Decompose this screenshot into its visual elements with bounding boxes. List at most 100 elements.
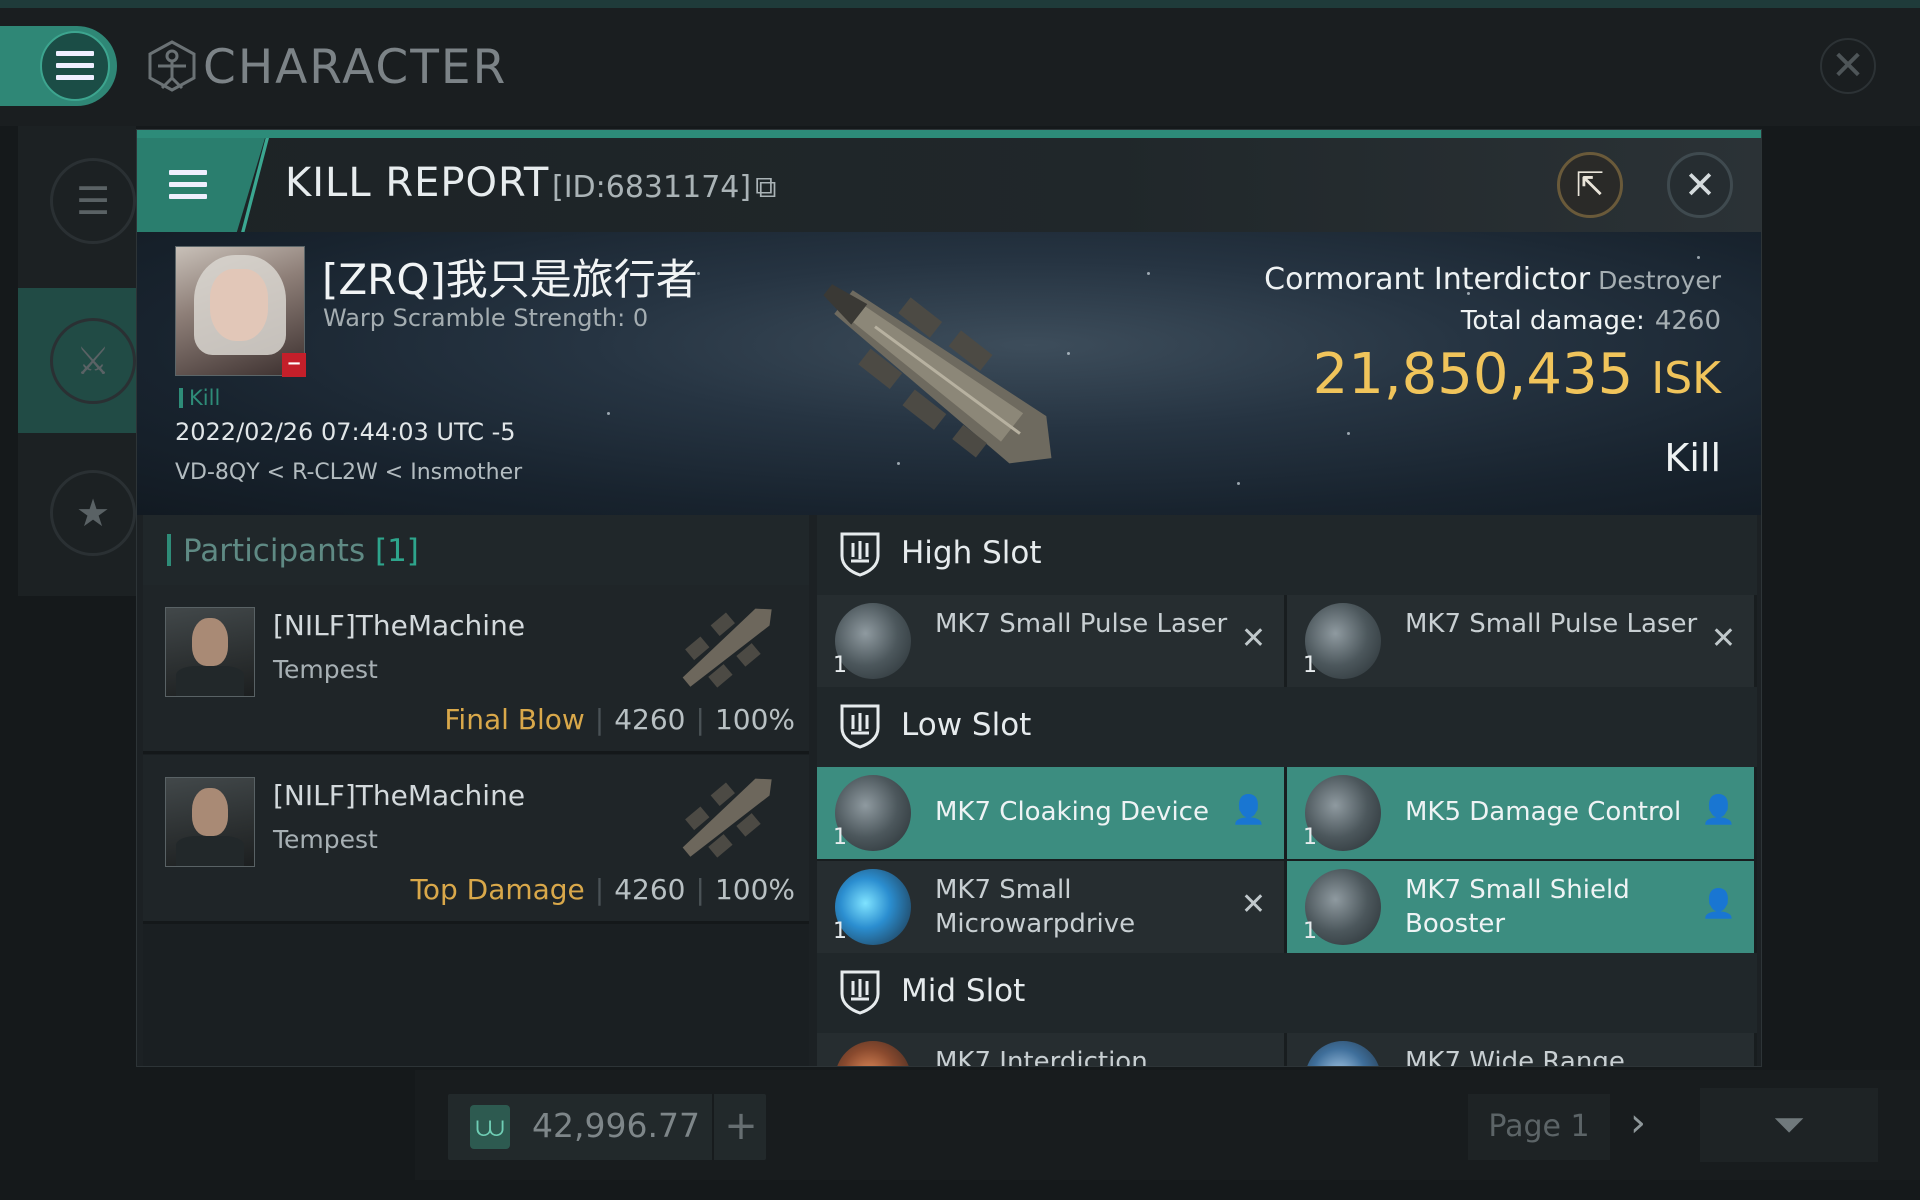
- wallet-amount: 42,996.77: [532, 1106, 700, 1145]
- module-name: MK7 Small Pulse Laser: [935, 609, 1228, 639]
- mid-slot-header: Mid Slot: [817, 953, 1757, 1033]
- module-item[interactable]: 1 MK7 Wide Range ✕: [1287, 1033, 1757, 1066]
- module-qty: 1: [1303, 919, 1317, 944]
- participant-row[interactable]: [NILF]TheMachine Tempest Top Damage | 4260…: [143, 755, 809, 924]
- kill-report-id[interactable]: [ID:6831174] ⧉: [552, 170, 777, 205]
- module-item[interactable]: 1 MK7 Small Shield Booster 👤: [1287, 861, 1757, 953]
- isk-amount: 21,850,435: [1312, 342, 1634, 407]
- participant-stats: Final Blow | 4260 | 100%: [444, 703, 795, 736]
- participant-percent: 100%: [714, 873, 795, 906]
- wallet-add-button[interactable]: +: [712, 1094, 768, 1160]
- participant-ship: Tempest: [273, 825, 378, 854]
- module-name: MK5 Damage Control: [1405, 797, 1682, 827]
- page-indicator[interactable]: Page 1: [1468, 1094, 1610, 1160]
- kill-datetime: 2022/02/26 07:44:03 UTC -5: [175, 418, 516, 446]
- close-icon: ✕: [1684, 163, 1716, 207]
- participant-ship-image[interactable]: [663, 761, 793, 871]
- high-slot-header: High Slot: [817, 515, 1757, 595]
- module-qty: 1: [833, 919, 847, 944]
- mid-slot-icon: [840, 970, 880, 1015]
- module-item[interactable]: 1 MK7 Small Microwarpdrive ✕: [817, 861, 1287, 953]
- low-slot-label: Low Slot: [901, 707, 1032, 743]
- victim-portrait[interactable]: −: [175, 246, 306, 377]
- kill-location[interactable]: VD-8QY < R-CL2W < Insmother: [175, 460, 522, 485]
- participants-panel: Participants [1] [NILF]TheMachine Tempes…: [143, 515, 809, 1066]
- participant-row[interactable]: [NILF]TheMachine Tempest Final Blow | 4260…: [143, 585, 809, 754]
- nav-medals-button[interactable]: ★: [50, 470, 136, 556]
- participant-percent: 100%: [714, 703, 795, 736]
- kill-report-close-button[interactable]: ✕: [1667, 152, 1733, 218]
- module-name: MK7 Small Shield Booster: [1405, 875, 1630, 939]
- close-icon: ✕: [1831, 43, 1865, 89]
- kill-summary-panel: − [ZRQ]我只是旅行者 Warp Scramble Strength: 0 …: [137, 232, 1761, 515]
- module-qty: 1: [1303, 653, 1317, 678]
- total-damage-label: Total damage:: [1460, 306, 1645, 336]
- kill-report-title: KILL REPORT: [285, 160, 550, 206]
- main-menu-button[interactable]: [40, 31, 110, 101]
- copy-icon[interactable]: ⧉: [755, 170, 776, 205]
- high-slot-icon: [840, 532, 880, 577]
- module-name: MK7 Small Microwarpdrive: [935, 875, 1136, 939]
- participants-count: [1]: [374, 533, 419, 569]
- participant-ship: Tempest: [273, 655, 378, 684]
- module-name: MK7 Cloaking Device: [935, 797, 1209, 827]
- participant-ship-image[interactable]: [663, 591, 793, 701]
- victim-name[interactable]: [ZRQ]我只是旅行者: [322, 246, 698, 307]
- filter-button[interactable]: ⏷: [1700, 1088, 1878, 1162]
- top-accent-bar: [0, 0, 1920, 8]
- character-close-button[interactable]: ✕: [1820, 38, 1876, 94]
- participant-portrait[interactable]: [165, 777, 255, 867]
- fitting-panel: High Slot 1 MK7 Small Pulse Laser ✕ 1 MK…: [817, 515, 1757, 1067]
- module-name: MK7 Interdiction: [935, 1047, 1148, 1067]
- module-name: MK7 Small Pulse Laser: [1405, 609, 1698, 639]
- module-qty: 1: [833, 825, 847, 850]
- mid-slot-label: Mid Slot: [901, 973, 1026, 1009]
- module-qty: 1: [833, 653, 847, 678]
- external-link-icon: ⇱: [1575, 165, 1605, 205]
- list-icon: ☰: [75, 179, 111, 223]
- high-slot-label: High Slot: [901, 535, 1042, 571]
- dropped-x-icon: ✕: [1240, 887, 1266, 922]
- module-item[interactable]: 1 MK7 Small Pulse Laser ✕: [817, 595, 1287, 687]
- participant-name[interactable]: [NILF]TheMachine: [273, 609, 525, 642]
- nav-combat-button[interactable]: ⚔: [50, 318, 136, 404]
- victim-ship-image[interactable]: [777, 244, 1107, 514]
- participants-title: Participants [1]: [167, 533, 419, 569]
- nav-list-button[interactable]: ☰: [50, 158, 136, 244]
- participants-label: Participants: [183, 533, 366, 569]
- character-window-title: CHARACTER: [203, 40, 508, 95]
- filter-icon: ⏷: [1773, 1102, 1805, 1148]
- module-item[interactable]: 1 MK5 Damage Control 👤: [1287, 767, 1757, 859]
- ship-name[interactable]: Cormorant Interdictor Destroyer: [1264, 262, 1721, 297]
- kill-tag: Kill: [179, 386, 220, 410]
- minus-badge-icon: −: [282, 353, 306, 377]
- participant-role: Final Blow: [444, 703, 585, 736]
- participant-damage: 4260: [614, 703, 686, 736]
- dropped-x-icon: ✕: [1711, 1059, 1736, 1066]
- hamburger-icon: [56, 51, 94, 81]
- star-icon: ★: [75, 491, 111, 535]
- module-item[interactable]: 1 MK7 Interdiction ✕: [817, 1033, 1287, 1067]
- isk-value: 21,850,435 ISK: [1313, 342, 1721, 407]
- dropped-x-icon: ✕: [1710, 621, 1736, 656]
- participants-header[interactable]: Participants [1]: [143, 515, 809, 585]
- dropped-x-icon: ✕: [1241, 1059, 1266, 1066]
- warp-scramble-strength: Warp Scramble Strength: 0: [323, 304, 649, 332]
- dropped-x-icon: ✕: [1240, 621, 1266, 656]
- person-icon: 👤: [1701, 793, 1736, 826]
- share-button[interactable]: ⇱: [1557, 152, 1623, 218]
- participant-name[interactable]: [NILF]TheMachine: [273, 779, 525, 812]
- participant-portrait[interactable]: [165, 607, 255, 697]
- wallet-icon: ⩊: [470, 1105, 510, 1149]
- kill-result: Kill: [1664, 436, 1721, 480]
- module-item[interactable]: 1 MK7 Cloaking Device 👤: [817, 767, 1287, 859]
- plus-icon: +: [724, 1103, 758, 1149]
- crossed-swords-icon: ⚔: [75, 339, 111, 383]
- next-page-button[interactable]: ›: [1630, 1100, 1646, 1146]
- low-slot-icon: [840, 704, 880, 749]
- kill-report-accent: [137, 130, 1761, 138]
- module-item[interactable]: 1 MK7 Small Pulse Laser ✕: [1287, 595, 1757, 687]
- person-icon: 👤: [1231, 793, 1266, 826]
- hamburger-icon: [169, 170, 207, 200]
- kill-tag-text: Kill: [189, 386, 221, 410]
